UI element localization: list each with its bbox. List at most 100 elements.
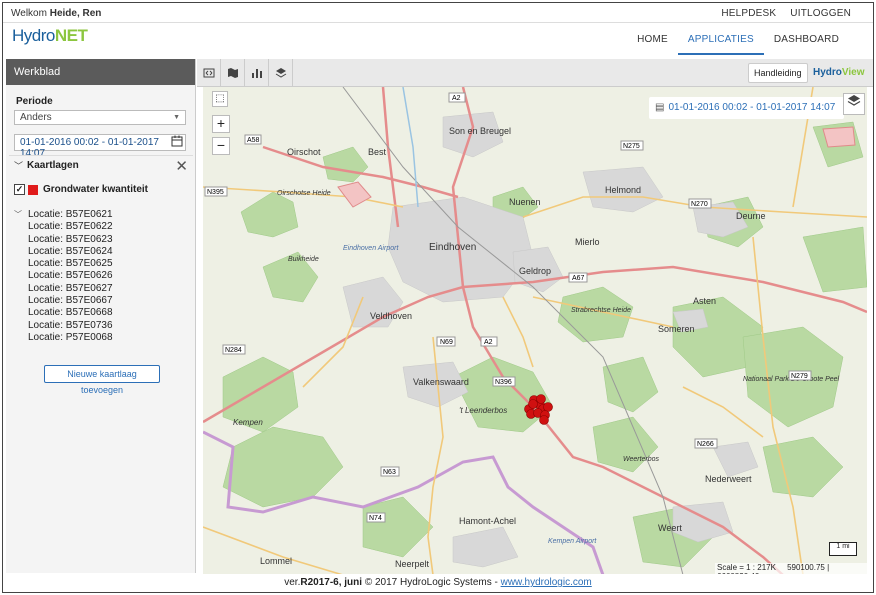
road-label: N74 [369, 515, 382, 522]
footer-prefix: ver. [284, 577, 301, 588]
town-label-nederweert: Nederweert [705, 474, 752, 484]
location-item[interactable]: Locatie: B57E0623 [28, 234, 113, 246]
chevron-down-icon: ▼ [173, 114, 180, 121]
town-label-geldrop: Geldrop [519, 266, 551, 276]
road-label: N270 [691, 201, 708, 208]
scale-bar: 1 mi [829, 542, 857, 556]
nav-home[interactable]: HOME [627, 34, 678, 55]
periode-label: Periode [16, 96, 53, 107]
town-label-someren: Someren [658, 324, 695, 334]
worksheet-panel: Werkblad Periode Anders ▼ 01-01-2016 00:… [6, 59, 196, 573]
town-label-deurne: Deurne [736, 211, 766, 221]
town-label-mierlo: Mierlo [575, 237, 600, 247]
kaartlagen-label: Kaartlagen [27, 160, 79, 171]
town-label-weertebos: Weerterbos [623, 456, 660, 463]
periode-select[interactable]: Anders ▼ [14, 110, 186, 125]
logout-link[interactable]: UITLOGGEN [790, 8, 851, 19]
nav-applicaties[interactable]: APPLICATIES [677, 34, 764, 55]
hydroview-part2: View [841, 67, 865, 78]
town-label-best: Best [368, 147, 387, 157]
road-label: N395 [207, 189, 224, 196]
town-label-lommel: Lommel [260, 556, 292, 566]
road-label: N396 [495, 379, 512, 386]
town-label-strabrecht: Strabrechtse Heide [571, 307, 631, 314]
add-layer-button[interactable]: Nieuwe kaartlaag toevoegen [44, 365, 160, 395]
layers-icon[interactable] [843, 93, 865, 115]
location-item[interactable]: Locatie: B57E0625 [28, 258, 113, 270]
main-nav: HOME APPLICATIES DASHBOARD [627, 34, 849, 55]
footer-link[interactable]: www.hydrologic.com [501, 577, 592, 588]
logo-part2: NET [54, 26, 88, 45]
chevron-down-icon[interactable]: ﹀ [14, 159, 23, 172]
groundwater-marker[interactable] [543, 402, 553, 412]
top-bar: Welkom Heide, Ren HELPDESK UITLOGGEN [3, 3, 873, 23]
zoom-out-button[interactable]: − [212, 137, 230, 155]
select-tool-icon[interactable]: ⬚ [212, 91, 228, 107]
layer-checkbox[interactable]: ✓ [14, 184, 25, 195]
town-label-eindhoven: Eindhoven [429, 242, 476, 253]
road-label: A67 [572, 275, 585, 282]
date-range-input[interactable]: 01-01-2016 00:02 - 01-01-2017 14:07 [14, 134, 186, 159]
calendar-icon[interactable] [170, 135, 184, 150]
close-icon[interactable]: ✕ [175, 157, 188, 175]
town-label-neerpelt: Neerpelt [395, 559, 430, 569]
chart-view-icon[interactable] [245, 59, 269, 87]
kaartlagen-section[interactable]: ﹀ Kaartlagen ✕ [9, 155, 193, 175]
expand-icon[interactable] [197, 59, 221, 87]
footer: ver.R2017-6, juni © 2017 HydroLogic Syst… [3, 574, 873, 592]
map-view-icon[interactable] [221, 59, 245, 87]
road-label: A2 [452, 95, 461, 102]
town-label-oirschotse: Oirschotse Heide [277, 190, 331, 197]
town-label-leenderbos: 't Leenderbos [459, 406, 507, 415]
manual-button[interactable]: Handleiding [748, 63, 808, 83]
location-item[interactable]: Locatie: B57E0736 [28, 320, 113, 332]
footer-version: R2017-6, juni [300, 577, 363, 588]
road-label: N275 [623, 143, 640, 150]
map-svg[interactable]: Eindhoven Veldhoven Valkenswaard Geldrop… [203, 87, 867, 575]
road-label: N63 [383, 469, 396, 476]
town-label-kempen: Kempen [233, 418, 263, 427]
user-name: Heide, Ren [49, 8, 102, 19]
town-label-asten: Asten [693, 296, 716, 306]
hydroview-logo: HydroView [813, 67, 865, 78]
welcome-text: Welkom Heide, Ren [11, 8, 101, 19]
road-label: A58 [247, 137, 260, 144]
groundwater-marker[interactable] [528, 399, 538, 409]
layers-view-icon[interactable] [269, 59, 293, 87]
logo-part1: Hydro [12, 26, 55, 45]
location-item[interactable]: Locatie: B57E0624 [28, 246, 113, 258]
road-label: N266 [697, 441, 714, 448]
hydronet-logo[interactable]: HydroNET [12, 26, 88, 46]
map-toolbar: Handleiding HydroView [197, 59, 873, 87]
groundwater-marker[interactable] [539, 415, 549, 425]
panel-title: Werkblad [6, 59, 195, 85]
footer-copyright: © 2017 HydroLogic Systems - [362, 577, 501, 588]
road-label: N284 [225, 347, 242, 354]
location-item[interactable]: Locatie: B57E0626 [28, 270, 113, 282]
location-item[interactable]: Locatie: P57E0068 [28, 332, 113, 344]
road-label: N69 [440, 339, 453, 346]
location-item[interactable]: Locatie: B57E0621 [28, 209, 113, 221]
groundwater-marker[interactable] [536, 394, 546, 404]
layer-color-swatch [28, 184, 38, 195]
location-item[interactable]: Locatie: B57E0622 [28, 221, 113, 233]
periode-value: Anders [20, 112, 52, 123]
town-label-son: Son en Breugel [449, 126, 511, 136]
nav-dashboard[interactable]: DASHBOARD [764, 34, 849, 55]
town-label-veldhoven: Veldhoven [370, 311, 412, 321]
zoom-in-button[interactable]: + [212, 115, 230, 133]
chevron-down-icon[interactable]: ﹀ [14, 209, 22, 220]
location-item[interactable]: Locatie: B57E0668 [28, 307, 113, 319]
road-label: A2 [484, 339, 493, 346]
town-label-nuenen: Nuenen [509, 197, 541, 207]
header: HydroNET HOME APPLICATIES DASHBOARD [3, 23, 873, 59]
layer-item[interactable]: ✓ Grondwater kwantiteit [14, 184, 148, 195]
location-item[interactable]: Locatie: B57E0627 [28, 283, 113, 295]
hydroview-part1: Hydro [813, 67, 842, 78]
map-canvas[interactable]: Eindhoven Veldhoven Valkenswaard Geldrop… [203, 87, 867, 575]
town-label-helmond: Helmond [605, 185, 641, 195]
road-label: N279 [791, 373, 808, 380]
app-window: Welkom Heide, Ren HELPDESK UITLOGGEN Hyd… [2, 2, 874, 593]
helpdesk-link[interactable]: HELPDESK [721, 8, 776, 19]
location-item[interactable]: Locatie: B57E0667 [28, 295, 113, 307]
